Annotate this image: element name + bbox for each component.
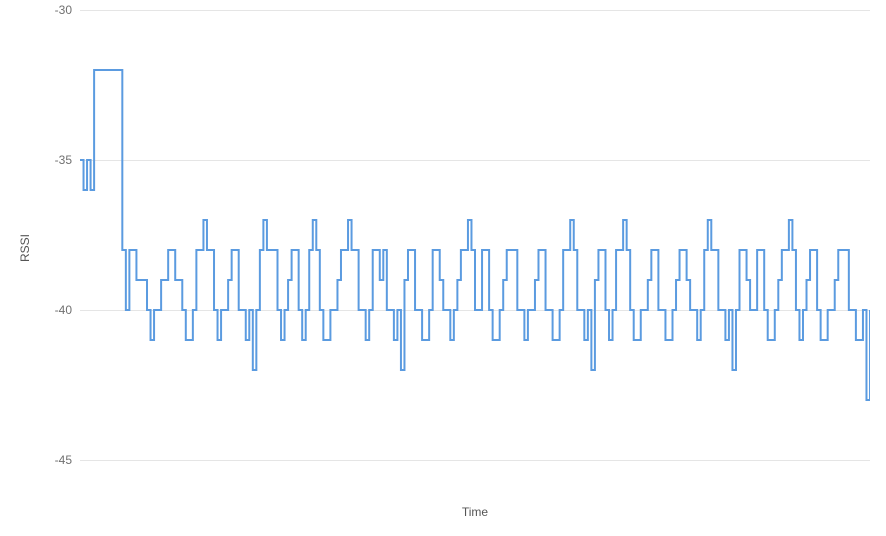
plot-area bbox=[80, 10, 870, 490]
series-path bbox=[80, 70, 870, 400]
y-axis-title: RSSI bbox=[18, 234, 32, 262]
y-tick-label: -30 bbox=[32, 3, 72, 17]
y-tick-label: -40 bbox=[32, 303, 72, 317]
chart-container: RSSI Time -30 -35 -40 -45 bbox=[0, 0, 886, 536]
y-tick-label: -35 bbox=[32, 153, 72, 167]
x-axis-title: Time bbox=[80, 505, 870, 519]
line-series bbox=[80, 10, 870, 490]
y-tick-label: -45 bbox=[32, 453, 72, 467]
